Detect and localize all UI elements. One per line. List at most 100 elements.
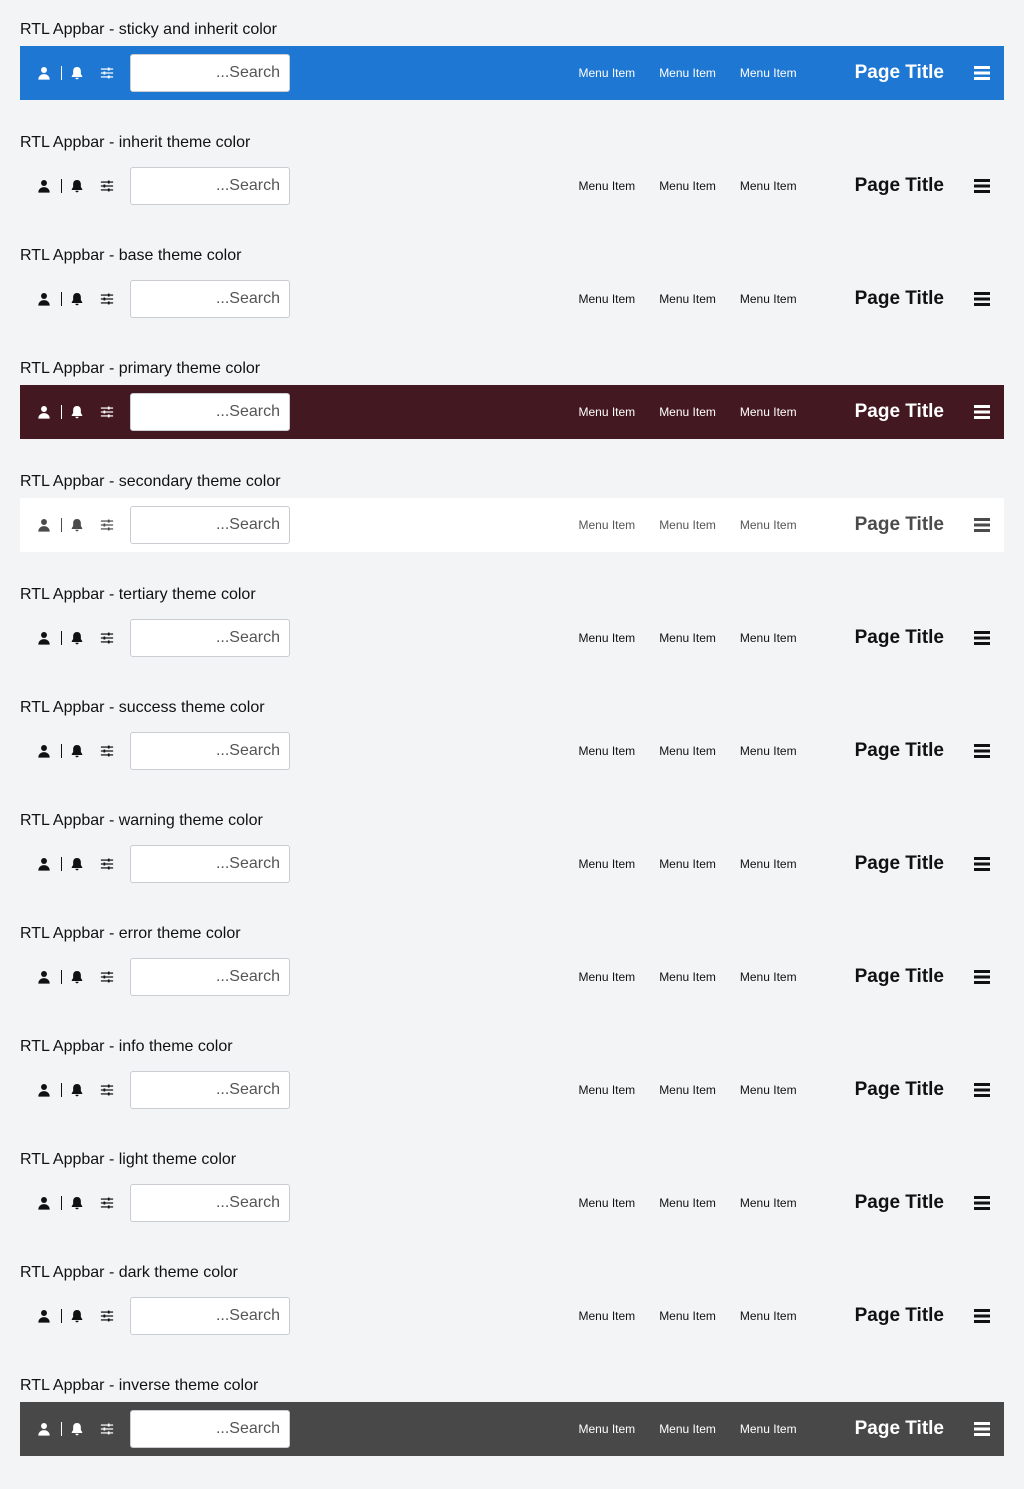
menu-item[interactable]: Menu Item: [659, 1309, 716, 1323]
user-icon[interactable]: [36, 65, 52, 81]
sliders-icon[interactable]: [99, 969, 115, 985]
menu-item[interactable]: Menu Item: [740, 66, 797, 80]
menu-item[interactable]: Menu Item: [659, 1083, 716, 1097]
menu-item[interactable]: Menu Item: [578, 970, 635, 984]
user-icon[interactable]: [36, 1195, 52, 1211]
sliders-icon[interactable]: [99, 178, 115, 194]
bell-icon[interactable]: [69, 856, 85, 872]
menu-item[interactable]: Menu Item: [740, 631, 797, 645]
search-input[interactable]: ...Search: [130, 1297, 290, 1335]
menu-icon[interactable]: [974, 1308, 990, 1324]
menu-item[interactable]: Menu Item: [578, 179, 635, 193]
user-icon[interactable]: [36, 856, 52, 872]
user-icon[interactable]: [36, 743, 52, 759]
menu-icon[interactable]: [974, 630, 990, 646]
menu-item[interactable]: Menu Item: [578, 1196, 635, 1210]
menu-item[interactable]: Menu Item: [740, 857, 797, 871]
menu-item[interactable]: Menu Item: [659, 970, 716, 984]
menu-item[interactable]: Menu Item: [578, 631, 635, 645]
search-input[interactable]: ...Search: [130, 1184, 290, 1222]
search-input[interactable]: ...Search: [130, 619, 290, 657]
menu-icon[interactable]: [974, 65, 990, 81]
search-input[interactable]: ...Search: [130, 732, 290, 770]
bell-icon[interactable]: [69, 1195, 85, 1211]
search-input[interactable]: ...Search: [130, 167, 290, 205]
sliders-icon[interactable]: [99, 65, 115, 81]
bell-icon[interactable]: [69, 1308, 85, 1324]
menu-item[interactable]: Menu Item: [659, 631, 716, 645]
menu-item[interactable]: Menu Item: [578, 1422, 635, 1436]
user-icon[interactable]: [36, 404, 52, 420]
menu-item[interactable]: Menu Item: [659, 292, 716, 306]
menu-icon[interactable]: [974, 1195, 990, 1211]
bell-icon[interactable]: [69, 743, 85, 759]
bell-icon[interactable]: [69, 178, 85, 194]
bell-icon[interactable]: [69, 404, 85, 420]
search-input[interactable]: ...Search: [130, 1071, 290, 1109]
search-input[interactable]: ...Search: [130, 54, 290, 92]
sliders-icon[interactable]: [99, 856, 115, 872]
sliders-icon[interactable]: [99, 630, 115, 646]
menu-icon[interactable]: [974, 969, 990, 985]
menu-item[interactable]: Menu Item: [659, 66, 716, 80]
sliders-icon[interactable]: [99, 743, 115, 759]
menu-item[interactable]: Menu Item: [740, 744, 797, 758]
menu-item[interactable]: Menu Item: [740, 1309, 797, 1323]
sliders-icon[interactable]: [99, 517, 115, 533]
search-input[interactable]: ...Search: [130, 506, 290, 544]
sliders-icon[interactable]: [99, 1195, 115, 1211]
menu-item[interactable]: Menu Item: [578, 1309, 635, 1323]
user-icon[interactable]: [36, 1421, 52, 1437]
menu-item[interactable]: Menu Item: [659, 857, 716, 871]
search-input[interactable]: ...Search: [130, 393, 290, 431]
user-icon[interactable]: [36, 291, 52, 307]
bell-icon[interactable]: [69, 630, 85, 646]
menu-item[interactable]: Menu Item: [659, 405, 716, 419]
menu-item[interactable]: Menu Item: [578, 292, 635, 306]
user-icon[interactable]: [36, 630, 52, 646]
menu-item[interactable]: Menu Item: [578, 744, 635, 758]
sliders-icon[interactable]: [99, 404, 115, 420]
search-input[interactable]: ...Search: [130, 280, 290, 318]
sliders-icon[interactable]: [99, 291, 115, 307]
menu-item[interactable]: Menu Item: [740, 1083, 797, 1097]
bell-icon[interactable]: [69, 65, 85, 81]
bell-icon[interactable]: [69, 1421, 85, 1437]
menu-item[interactable]: Menu Item: [659, 518, 716, 532]
search-input[interactable]: ...Search: [130, 958, 290, 996]
search-input[interactable]: ...Search: [130, 1410, 290, 1448]
menu-item[interactable]: Menu Item: [740, 405, 797, 419]
bell-icon[interactable]: [69, 291, 85, 307]
menu-item[interactable]: Menu Item: [740, 179, 797, 193]
bell-icon[interactable]: [69, 969, 85, 985]
user-icon[interactable]: [36, 178, 52, 194]
menu-item[interactable]: Menu Item: [659, 179, 716, 193]
user-icon[interactable]: [36, 1308, 52, 1324]
user-icon[interactable]: [36, 517, 52, 533]
menu-item[interactable]: Menu Item: [659, 1422, 716, 1436]
bell-icon[interactable]: [69, 517, 85, 533]
user-icon[interactable]: [36, 969, 52, 985]
sliders-icon[interactable]: [99, 1421, 115, 1437]
menu-icon[interactable]: [974, 1421, 990, 1437]
menu-item[interactable]: Menu Item: [740, 292, 797, 306]
menu-item[interactable]: Menu Item: [659, 1196, 716, 1210]
menu-icon[interactable]: [974, 291, 990, 307]
menu-icon[interactable]: [974, 178, 990, 194]
menu-item[interactable]: Menu Item: [659, 744, 716, 758]
menu-item[interactable]: Menu Item: [578, 857, 635, 871]
menu-icon[interactable]: [974, 404, 990, 420]
sliders-icon[interactable]: [99, 1082, 115, 1098]
menu-icon[interactable]: [974, 856, 990, 872]
menu-icon[interactable]: [974, 1082, 990, 1098]
menu-item[interactable]: Menu Item: [578, 66, 635, 80]
menu-icon[interactable]: [974, 517, 990, 533]
menu-item[interactable]: Menu Item: [740, 1422, 797, 1436]
menu-item[interactable]: Menu Item: [740, 970, 797, 984]
menu-item[interactable]: Menu Item: [578, 405, 635, 419]
menu-item[interactable]: Menu Item: [740, 518, 797, 532]
search-input[interactable]: ...Search: [130, 845, 290, 883]
menu-item[interactable]: Menu Item: [578, 1083, 635, 1097]
bell-icon[interactable]: [69, 1082, 85, 1098]
user-icon[interactable]: [36, 1082, 52, 1098]
